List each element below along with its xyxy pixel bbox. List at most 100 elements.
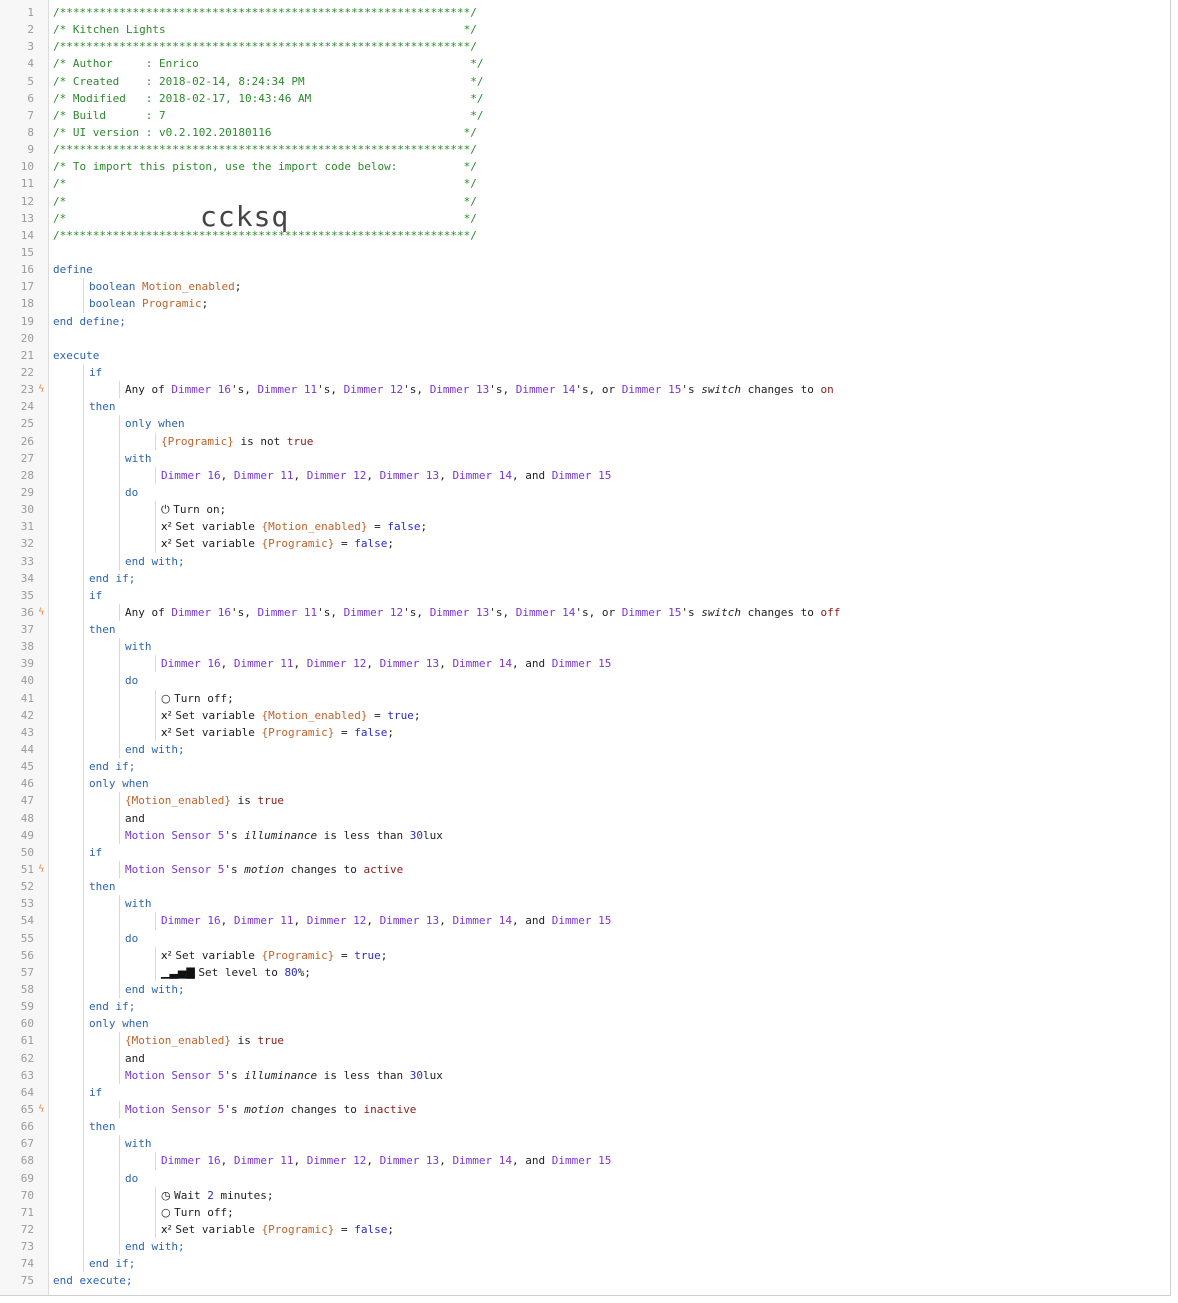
code-token: ; [387,1222,394,1236]
code-statement[interactable]: {Programic} is not true [161,433,313,450]
indent-guide [83,981,84,999]
indent-guide [83,415,84,433]
code-statement[interactable]: end with; [125,553,185,570]
code-token: , [220,468,234,482]
code-statement[interactable]: /* Modified : 2018-02-17, 10:43:46 AM */ [53,90,483,107]
code-statement[interactable]: Motion Sensor 5's illuminance is less th… [125,827,443,844]
indent-guide [155,1152,156,1170]
line-number: 23 [20,383,34,397]
code-statement[interactable]: /* UI version : v0.2.102.20180116 */ [53,124,477,141]
code-statement[interactable]: Any of Dimmer 16's, Dimmer 11's, Dimmer … [125,604,840,621]
code-statement[interactable]: and [125,1050,145,1067]
code-statement[interactable]: only when [89,775,149,792]
code-token: true [354,948,381,962]
code-statement[interactable]: /* Build : 7 */ [53,107,483,124]
code-statement[interactable]: if [89,587,102,604]
line-number: 3 [27,40,34,54]
code-line: 50 if [0,843,1170,862]
code-statement[interactable]: /* Author : Enrico */ [53,55,483,72]
code-statement[interactable]: end if; [89,998,135,1015]
code-statement[interactable]: /* Created : 2018-02-14, 8:24:34 PM */ [53,73,483,90]
code-statement[interactable]: ○ Turn off; [161,1204,234,1221]
code-statement[interactable]: do [125,1170,138,1187]
code-statement[interactable]: /***************************************… [53,141,477,158]
code-statement[interactable]: ⏻ Turn on; [161,501,226,518]
indent-guide [83,1255,84,1273]
code-statement[interactable]: then [89,878,116,895]
code-statement[interactable]: end with; [125,741,185,758]
code-statement[interactable]: Dimmer 16, Dimmer 11, Dimmer 12, Dimmer … [161,655,611,672]
code-statement[interactable]: boolean Programic; [89,295,208,312]
indent-guide [83,775,84,793]
code-statement[interactable]: end with; [125,1238,185,1255]
code-statement[interactable]: with [125,895,152,912]
code-statement[interactable]: do [125,672,138,689]
code-statement[interactable]: end if; [89,1255,135,1272]
code-statement[interactable]: with [125,1135,152,1152]
code-statement[interactable]: then [89,621,116,638]
code-statement[interactable]: with [125,638,152,655]
code-statement[interactable]: Dimmer 16, Dimmer 11, Dimmer 12, Dimmer … [161,912,611,929]
code-statement[interactable]: x² Set variable {Motion_enabled} = false… [161,518,427,535]
code-line: 37 then [0,621,1170,639]
code-statement[interactable]: {Motion_enabled} is true [125,792,284,809]
line-number: 73 [20,1240,34,1254]
code-statement[interactable]: end execute; [53,1272,132,1289]
code-statement[interactable]: end with; [125,981,185,998]
code-statement[interactable]: Any of Dimmer 16's, Dimmer 11's, Dimmer … [125,381,834,398]
code-statement[interactable]: do [125,484,138,501]
code-statement[interactable]: define [53,261,93,278]
code-statement[interactable]: do [125,930,138,947]
code-line: 60 only when [0,1015,1170,1033]
code-statement[interactable]: and [125,810,145,827]
indent-guide [83,1238,84,1256]
code-statement[interactable]: /***************************************… [53,4,477,21]
code-statement[interactable]: if [89,364,102,381]
code-statement[interactable]: boolean Motion_enabled; [89,278,241,295]
code-token: 's, [317,383,344,397]
code-statement[interactable]: /***************************************… [53,38,477,55]
code-statement[interactable]: Motion Sensor 5's motion changes to acti… [125,861,403,878]
code-statement[interactable]: x² Set variable {Motion_enabled} = true; [161,707,420,724]
code-line: 14/*************************************… [0,227,1170,244]
code-token: Set variable [175,708,262,722]
code-statement[interactable]: end if; [89,758,135,775]
code-statement[interactable]: end if; [89,570,135,587]
code-statement[interactable]: x² Set variable {Programic} = true; [161,947,387,964]
code-statement[interactable]: /* */ [53,175,477,192]
code-statement[interactable]: /* Kitchen Lights */ [53,21,477,38]
indent-guide [83,1101,84,1119]
code-statement[interactable]: /* To import this piston, use the import… [53,158,477,175]
code-token: ; [234,280,242,294]
code-statement[interactable]: x² Set variable {Programic} = false; [161,1221,394,1238]
code-statement[interactable]: Motion Sensor 5's motion changes to inac… [125,1101,416,1118]
code-token: Any of [125,383,172,397]
code-statement[interactable]: x² Set variable {Programic} = false; [161,535,394,552]
code-statement[interactable]: x² Set variable {Programic} = false; [161,724,394,741]
code-statement[interactable]: if [89,844,102,861]
code-statement[interactable]: if [89,1084,102,1101]
code-statement[interactable]: Motion Sensor 5's illuminance is less th… [125,1067,443,1084]
code-statement[interactable]: only when [125,415,185,432]
code-statement[interactable]: Dimmer 16, Dimmer 11, Dimmer 12, Dimmer … [161,467,611,484]
code-statement[interactable]: only when [89,1015,149,1032]
code-token: , and [512,914,552,928]
code-statement[interactable]: ◷ Wait 2 minutes; [161,1187,273,1204]
code-statement[interactable]: ▁▃▅▇ Set level to 80%; [161,964,311,981]
code-statement[interactable]: end define; [53,313,126,330]
code-token: Dimmer 13 [429,383,490,397]
code-token: /***************************************… [53,40,477,54]
code-token: Dimmer 13 [379,657,440,671]
code-token: Dimmer 16 [171,383,231,397]
code-statement[interactable]: execute [53,347,99,364]
code-statement[interactable]: with [125,450,152,467]
line-number: 4 [27,57,34,71]
code-statement[interactable]: then [89,1118,116,1135]
code-statement[interactable]: {Motion_enabled} is true [125,1032,284,1049]
code-statement[interactable]: ○ Turn off; [161,690,234,707]
code-token: = [334,948,355,962]
code-statement[interactable]: Dimmer 16, Dimmer 11, Dimmer 12, Dimmer … [161,1152,611,1169]
import-code[interactable]: ccksq [200,200,289,233]
trigger-lightning-icon: ϟ [38,384,45,396]
code-statement[interactable]: then [89,398,116,415]
